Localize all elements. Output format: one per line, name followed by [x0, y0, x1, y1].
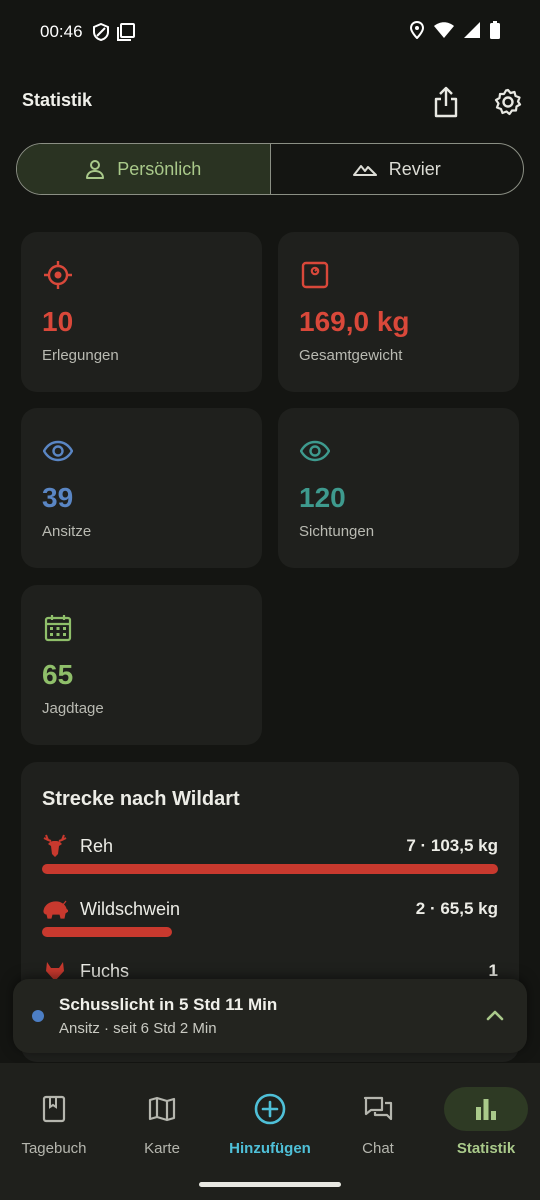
stat-value: 39	[42, 482, 74, 513]
strecke-value: 2 · 65,5 kg	[415, 899, 498, 918]
status-bar: 00:46	[0, 0, 540, 64]
segment-label: Revier	[388, 158, 441, 179]
bookmark-book-icon	[42, 1095, 66, 1123]
eye-icon	[43, 440, 73, 462]
stat-value: 10	[42, 306, 74, 337]
map-icon	[148, 1096, 176, 1122]
share-button[interactable]	[428, 84, 464, 120]
stat-card-gesamtgewicht: 169,0 kg Gesamtgewicht	[278, 232, 519, 392]
plus-circle-icon	[254, 1093, 286, 1125]
nav-chat[interactable]: Chat	[324, 1077, 432, 1173]
app-header: Statistik	[0, 78, 540, 124]
segment-label: Persönlich	[117, 158, 202, 179]
stat-label: Sichtungen	[299, 523, 375, 540]
segment-persoenlich[interactable]: Persönlich	[17, 144, 271, 194]
nav-tagebuch[interactable]: Tagebuch	[0, 1077, 108, 1173]
calendar-icon	[44, 615, 72, 642]
strecke-value: 7 · 103,5 kg	[406, 836, 498, 855]
signal-icon	[464, 21, 480, 43]
strecke-value: 1	[488, 961, 498, 980]
deer-icon	[43, 834, 67, 857]
nav-hinzufuegen[interactable]: Hinzufügen	[216, 1077, 324, 1173]
stat-label: Jagdtage	[42, 700, 104, 717]
nav-label: Karte	[144, 1140, 180, 1157]
stat-card-ansitze: 39 Ansitze	[21, 408, 262, 568]
target-icon	[44, 261, 72, 289]
strecke-name: Wildschwein	[80, 899, 181, 919]
nav-label: Hinzufügen	[229, 1140, 311, 1157]
wifi-icon	[434, 21, 454, 43]
strecke-bar-reh	[42, 864, 498, 874]
stat-label: Ansitze	[42, 523, 92, 540]
chevron-up-icon[interactable]	[483, 1003, 507, 1027]
status-time: 00:46	[40, 22, 83, 41]
strecke-bar-wildschwein	[42, 927, 172, 937]
stat-card-jagdtage: 65 Jagdtage	[21, 585, 262, 745]
page-title: Statistik	[22, 90, 93, 110]
gear-icon	[494, 88, 522, 116]
stat-value: 169,0 kg	[299, 306, 410, 337]
stat-value: 65	[42, 659, 74, 690]
strecke-title: Strecke nach Wildart	[42, 788, 240, 810]
stat-card-sichtungen: 120 Sichtungen	[278, 408, 519, 568]
nav-statistik[interactable]: Statistik	[432, 1077, 540, 1173]
banner-subtitle: Ansitz · seit 6 Std 2 Min	[59, 1020, 217, 1037]
mountain-icon	[352, 165, 377, 176]
nav-label: Statistik	[456, 1140, 516, 1157]
nav-label: Tagebuch	[21, 1140, 87, 1157]
stat-card-erlegungen: 10 Erlegungen	[21, 232, 262, 392]
nav-karte[interactable]: Karte	[108, 1077, 216, 1173]
stat-label: Gesamtgewicht	[299, 347, 403, 364]
location-icon	[409, 20, 425, 44]
person-icon	[86, 160, 105, 179]
nav-label: Chat	[362, 1140, 394, 1157]
scale-icon	[301, 261, 329, 289]
scope-segmented-control: Persönlich Revier	[16, 143, 524, 195]
home-indicator[interactable]	[199, 1182, 341, 1187]
eye-icon	[300, 440, 330, 462]
strecke-name: Reh	[80, 836, 114, 856]
chat-icon	[363, 1096, 393, 1121]
strecke-row-reh[interactable]: Reh 7 · 103,5 kg	[42, 832, 498, 862]
bar-chart-icon	[476, 1099, 496, 1120]
status-dot	[32, 1010, 44, 1022]
share-icon	[434, 86, 458, 118]
stat-value: 120	[299, 482, 346, 513]
bottom-navigation: Tagebuch Karte Hinzufügen Chat Statistik	[0, 1063, 540, 1200]
boar-icon	[43, 900, 68, 919]
battery-icon	[490, 20, 500, 44]
banner-title: Schusslicht in 5 Std 11 Min	[59, 995, 278, 1014]
shield-icon	[92, 23, 109, 41]
strecke-row-wildschwein[interactable]: Wildschwein 2 · 65,5 kg	[42, 895, 498, 925]
segment-revier[interactable]: Revier	[271, 144, 524, 194]
schusslicht-banner[interactable]: Schusslicht in 5 Std 11 Min Ansitz · sei…	[13, 979, 527, 1053]
settings-button[interactable]	[490, 84, 526, 120]
copy-icon	[116, 23, 135, 41]
stat-label: Erlegungen	[42, 347, 119, 364]
